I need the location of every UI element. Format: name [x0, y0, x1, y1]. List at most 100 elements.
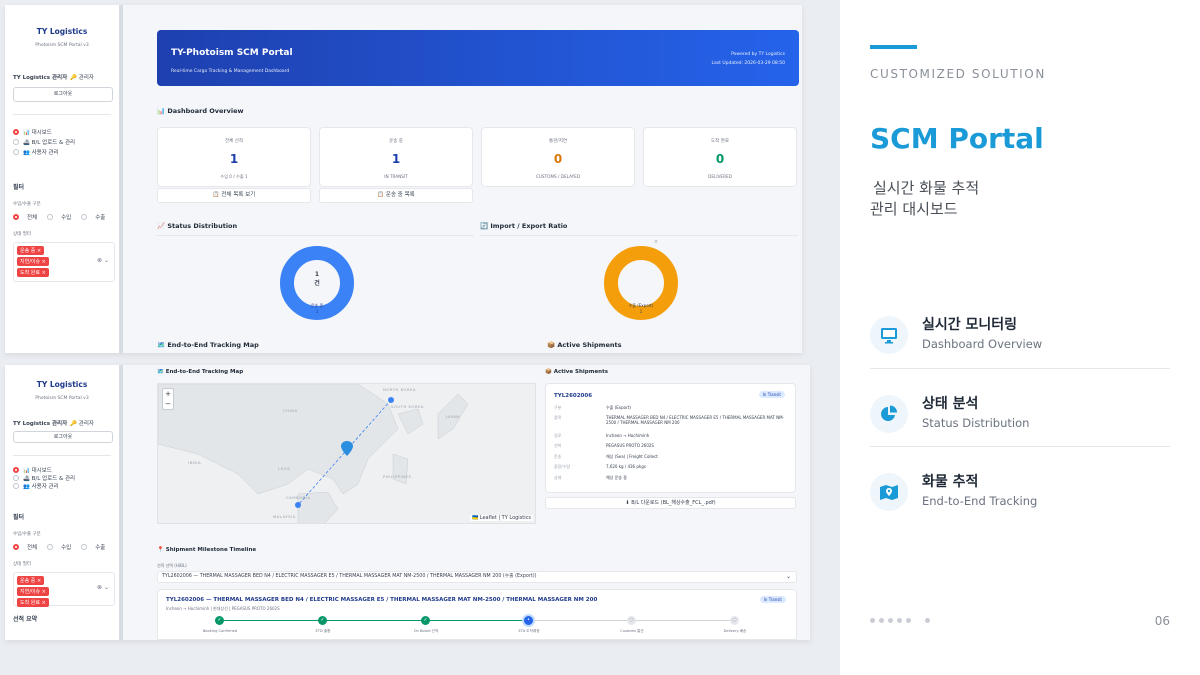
clear-chevron-icon[interactable]: ⊗ ⌄: [97, 257, 109, 264]
page-dot[interactable]: [879, 618, 884, 623]
last-updated: Last Updated: 2026-03-29 08:50: [711, 61, 785, 66]
accent-bar: [870, 45, 917, 49]
logout-button[interactable]: 로그아웃: [13, 431, 113, 443]
shipment-id: TYL2602006: [554, 393, 593, 399]
sidebar-subtitle: Photoism SCM Portal v3: [35, 396, 89, 401]
map-attribution[interactable]: 🇺🇦 Leaflet | TY Logistics: [469, 515, 533, 521]
dashboard-main: TY-Photoism SCM Portal Real-time Cargo T…: [127, 5, 802, 353]
shipment-row: 상태 해상 운송 중: [554, 475, 627, 480]
sidebar-item-users[interactable]: 👥 사용자 관리: [13, 482, 119, 490]
slide-title: SCM Portal: [870, 122, 1044, 155]
io-filter-label: 수입/수출 구분: [13, 202, 41, 207]
shipment-card[interactable]: TYL2602006 In Transit 구분 수출 (Export) 품목 TH…: [545, 383, 796, 493]
milestone-step[interactable]: ✓: [215, 616, 224, 625]
feature-divider: [870, 368, 1170, 369]
status-badge: In Transit: [759, 596, 786, 603]
radio-icon[interactable]: [81, 214, 88, 220]
status-distribution-title: 📈 Status Distribution: [157, 222, 238, 230]
milestone-step[interactable]: ✓: [318, 616, 327, 625]
card-delivered: 도착 완료 0 DELIVERED: [643, 127, 797, 187]
clear-chevron-icon[interactable]: ⊗ ⌄: [97, 584, 109, 591]
shipment-row: 중량/수량 7,620 kg / 436 pkgs: [554, 464, 646, 469]
page-dot[interactable]: [870, 618, 875, 623]
status-tag[interactable]: 지연/이슈 ×: [17, 587, 49, 596]
origin-marker[interactable]: [388, 397, 394, 403]
card-total: 전체 선적 1 수입 0 / 수출 1: [157, 127, 311, 187]
donut-center-count: 1건: [314, 271, 320, 287]
sidebar-brand: TY Logistics: [36, 380, 88, 389]
page-dot[interactable]: [897, 618, 902, 623]
milestone-label: Customs 통관: [620, 629, 644, 633]
radio-icon[interactable]: [13, 214, 19, 220]
milestone-step[interactable]: ○: [627, 616, 636, 625]
feature-title: 실시간 모니터링: [922, 317, 1018, 333]
shipment-row: 경로 Incheon → Hochiminh: [554, 433, 650, 438]
sidebar-item-bl-upload[interactable]: 🚢 B/L 업로드 & 관리: [13, 474, 119, 482]
sidebar: TY Logistics Photoism SCM Portal v3 TY L…: [5, 5, 123, 353]
milestone-step[interactable]: ○: [730, 616, 739, 625]
sidebar-nav: 📊 대시보드 🚢 B/L 업로드 & 관리 👥 사용자 관리: [13, 466, 119, 490]
bl-download-button[interactable]: ⬇ B/L 다운로드 (BL_해상수출_FCL_.pdf): [545, 497, 796, 509]
view-all-button[interactable]: 📋 전체 목록 보기: [157, 188, 311, 203]
status-tag[interactable]: 도착 완료 ×: [17, 598, 49, 607]
zoom-control[interactable]: + −: [162, 388, 174, 410]
sidebar-item-bl-upload[interactable]: 🚢 B/L 업로드 & 관리: [13, 137, 119, 147]
card-value: 0: [715, 152, 725, 166]
status-filter-multiselect[interactable]: 운송 중 × 지연/이슈 × 도착 완료 × ⊗ ⌄: [13, 242, 115, 282]
radio-icon[interactable]: [13, 544, 19, 550]
map-label: INDIA: [188, 460, 202, 465]
filter-title: 필터: [13, 514, 25, 521]
page-number: 06: [1154, 614, 1170, 628]
view-transit-button[interactable]: 📋 운송 중 목록: [319, 188, 473, 203]
status-badge: In Transit: [758, 391, 785, 398]
radio-icon: [13, 467, 19, 473]
milestone-step[interactable]: ✓: [421, 616, 430, 625]
donut-close-mark: ×: [654, 239, 659, 245]
status-tag[interactable]: 운송 중 ×: [17, 246, 45, 255]
map-label: CAMBODIA: [286, 495, 311, 500]
logout-button[interactable]: 로그아웃: [13, 87, 113, 102]
feature-status: 상태 분석 Status Distribution: [870, 389, 1170, 451]
feature-title: 화물 추적: [922, 474, 979, 490]
status-tag[interactable]: 도착 완료 ×: [17, 268, 49, 277]
sidebar-item-dashboard[interactable]: 📊 대시보드: [13, 127, 119, 137]
status-filter-multiselect[interactable]: 운송 중 × 지연/이슈 × 도착 완료 × ⊗ ⌄: [13, 572, 115, 607]
sidebar-item-users[interactable]: 👥 사용자 관리: [13, 147, 119, 157]
banner-title: TY-Photoism SCM Portal: [171, 48, 293, 58]
info-panel: CUSTOMIZED SOLUTION SCM Portal 실시간 화물 추적…: [840, 0, 1200, 675]
shipment-row: 운송 해상 (Sea) | Freight Collect: [554, 454, 658, 459]
map-label: CHINA: [283, 408, 298, 413]
feature-subtitle: Status Distribution: [922, 416, 1030, 430]
shipment-row: 구분 수출 (Export): [554, 405, 631, 410]
sidebar-user: TY Logistics 관리자 🔑 관리자: [13, 75, 94, 81]
sidebar-divider: [13, 455, 111, 456]
status-tag[interactable]: 운송 중 ×: [17, 576, 45, 585]
banner-subtitle: Real-time Cargo Tracking & Management Da…: [171, 69, 290, 74]
powered-by: Powered by TY Logistics: [731, 52, 785, 57]
milestone-label: ETD 출항: [315, 629, 331, 633]
radio-icon[interactable]: [47, 544, 54, 550]
shipment-summary-title: 선적 요약: [13, 616, 38, 623]
milestone-step[interactable]: •: [524, 616, 533, 625]
sidebar-subtitle: Photoism SCM Portal v3: [35, 43, 89, 48]
feature-divider: [870, 446, 1170, 447]
tracking-map[interactable]: + − NORTH KOREA SOUTH KOREA CHINA JAPAN I…: [157, 383, 536, 524]
radio-icon: [13, 149, 19, 155]
radio-icon[interactable]: [81, 544, 88, 550]
sidebar-item-dashboard[interactable]: 📊 대시보드: [13, 466, 119, 474]
status-tag[interactable]: 지연/이슈 ×: [17, 257, 49, 266]
map-land-shapes: [158, 384, 469, 523]
tracking-main: 🗺️ End-to-End Tracking Map 📦 Active Ship…: [127, 365, 810, 640]
page-dot[interactable]: [925, 618, 930, 623]
page-dot[interactable]: [888, 618, 893, 623]
page-dot[interactable]: [906, 618, 911, 623]
radio-icon[interactable]: [47, 214, 54, 220]
timeline-progress: [224, 620, 526, 621]
io-filter-label: 수입/수출 구분: [13, 532, 41, 537]
donut-slice-label: 운송 중1: [310, 303, 324, 314]
shipment-select[interactable]: TYL2602006 — THERMAL MASSAGER BED N4 / E…: [157, 571, 797, 583]
feature-subtitle: End-to-End Tracking: [922, 494, 1038, 508]
portal-banner: TY-Photoism SCM Portal Real-time Cargo T…: [157, 30, 799, 86]
destination-marker[interactable]: [295, 502, 301, 508]
milestone-label: Delivery 배송: [723, 629, 747, 633]
